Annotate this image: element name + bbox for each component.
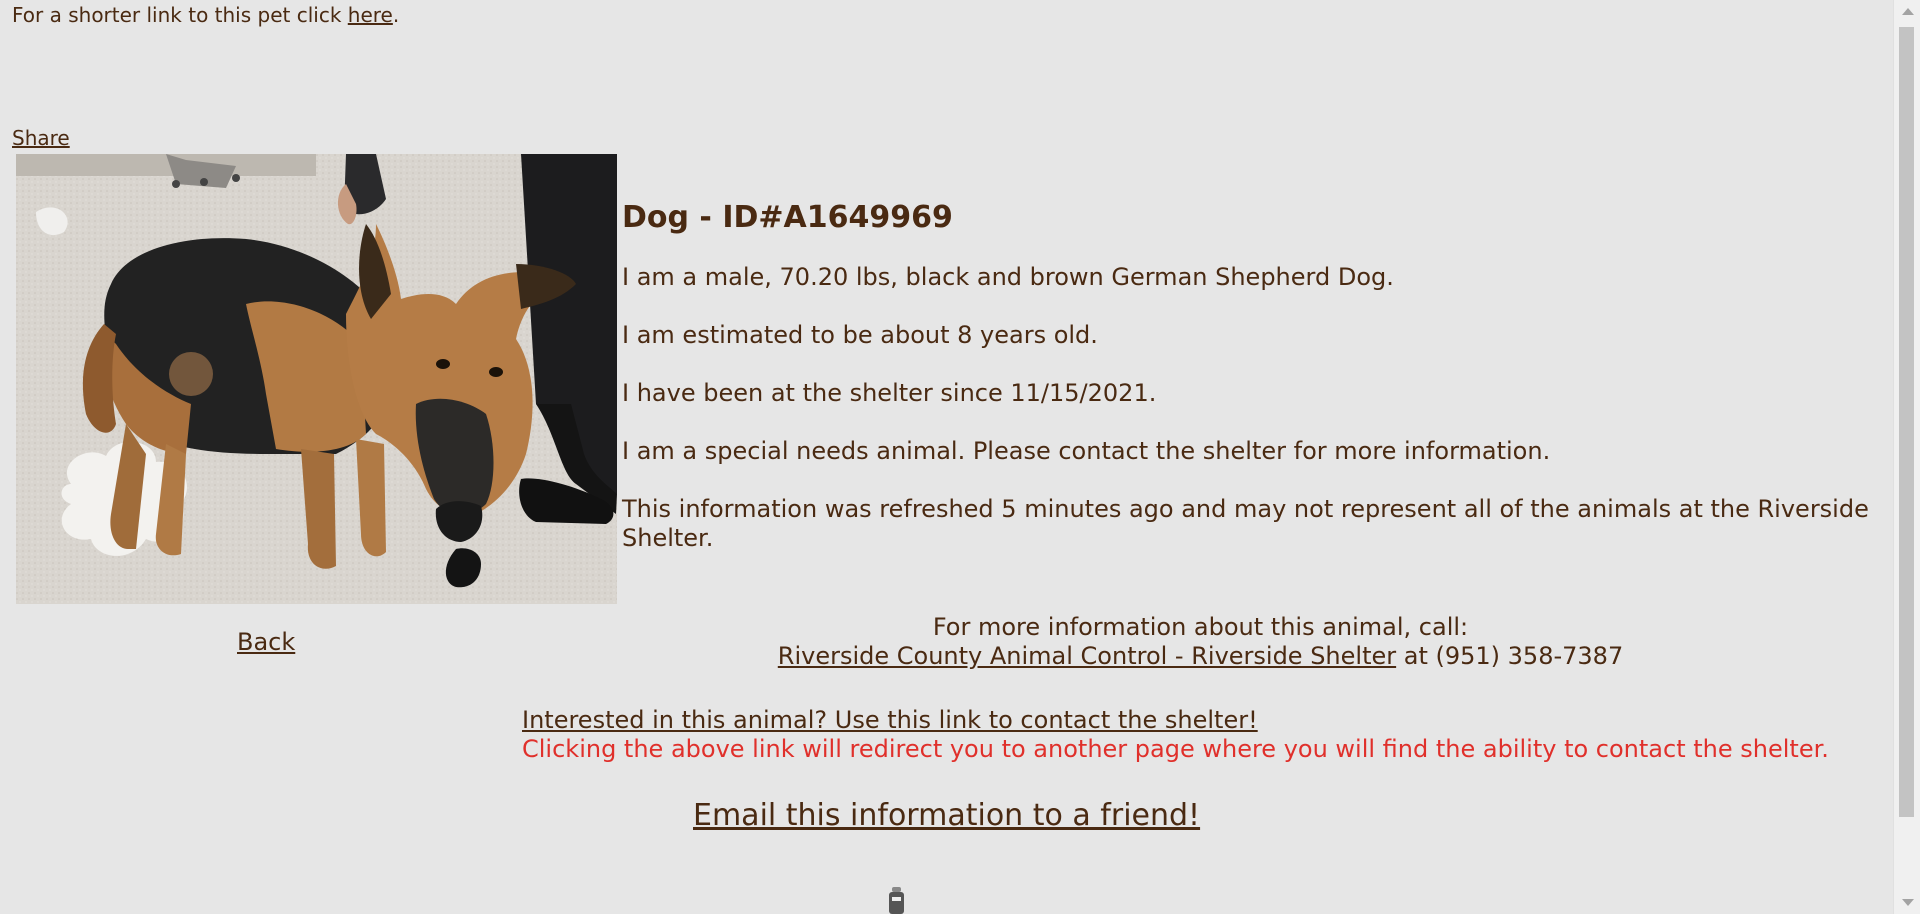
interest-block: Interested in this animal? Use this link… — [522, 706, 1829, 764]
contact-info: For more information about this animal, … — [622, 613, 1779, 671]
animal-info: Dog - ID#A1649969 I am a male, 70.20 lbs… — [622, 200, 1892, 582]
short-link-here[interactable]: here — [348, 3, 393, 27]
loading-spinner-icon — [888, 887, 905, 914]
email-friend-link[interactable]: Email this information to a friend! — [693, 798, 1200, 833]
contact-intro: For more information about this animal, … — [932, 613, 1469, 641]
contact-line: Riverside County Animal Control - Rivers… — [622, 642, 1779, 671]
animal-description: I am a male, 70.20 lbs, black and brown … — [622, 263, 1394, 291]
scroll-down-arrow-icon[interactable] — [1902, 899, 1914, 906]
animal-age: I am estimated to be about 8 years old. — [622, 321, 1098, 349]
shelter-phone: at (951) 358-7387 — [1396, 642, 1624, 670]
contact-shelter-link[interactable]: Interested in this animal? Use this link… — [522, 706, 1258, 734]
share-link[interactable]: Share — [12, 126, 70, 150]
back-link[interactable]: Back — [237, 628, 295, 656]
scrollbar-thumb[interactable] — [1899, 27, 1914, 817]
vertical-scrollbar[interactable] — [1893, 0, 1920, 914]
short-link-line: For a shorter link to this pet click her… — [12, 3, 399, 27]
redirect-note: Clicking the above link will redirect yo… — [522, 735, 1829, 763]
refresh-notice: This information was refreshed 5 minutes… — [622, 495, 1869, 552]
german-shepherd-photo-icon — [16, 154, 617, 604]
animal-intake-date: I have been at the shelter since 11/15/2… — [622, 379, 1157, 407]
animal-heading: Dog - ID#A1649969 — [622, 200, 953, 235]
shelter-link[interactable]: Riverside County Animal Control - Rivers… — [778, 642, 1396, 670]
pet-photo — [16, 154, 617, 604]
animal-special-needs: I am a special needs animal. Please cont… — [622, 437, 1551, 465]
short-link-prefix: For a shorter link to this pet click — [12, 3, 348, 27]
short-link-suffix: . — [392, 3, 400, 27]
scroll-up-arrow-icon[interactable] — [1902, 8, 1914, 15]
